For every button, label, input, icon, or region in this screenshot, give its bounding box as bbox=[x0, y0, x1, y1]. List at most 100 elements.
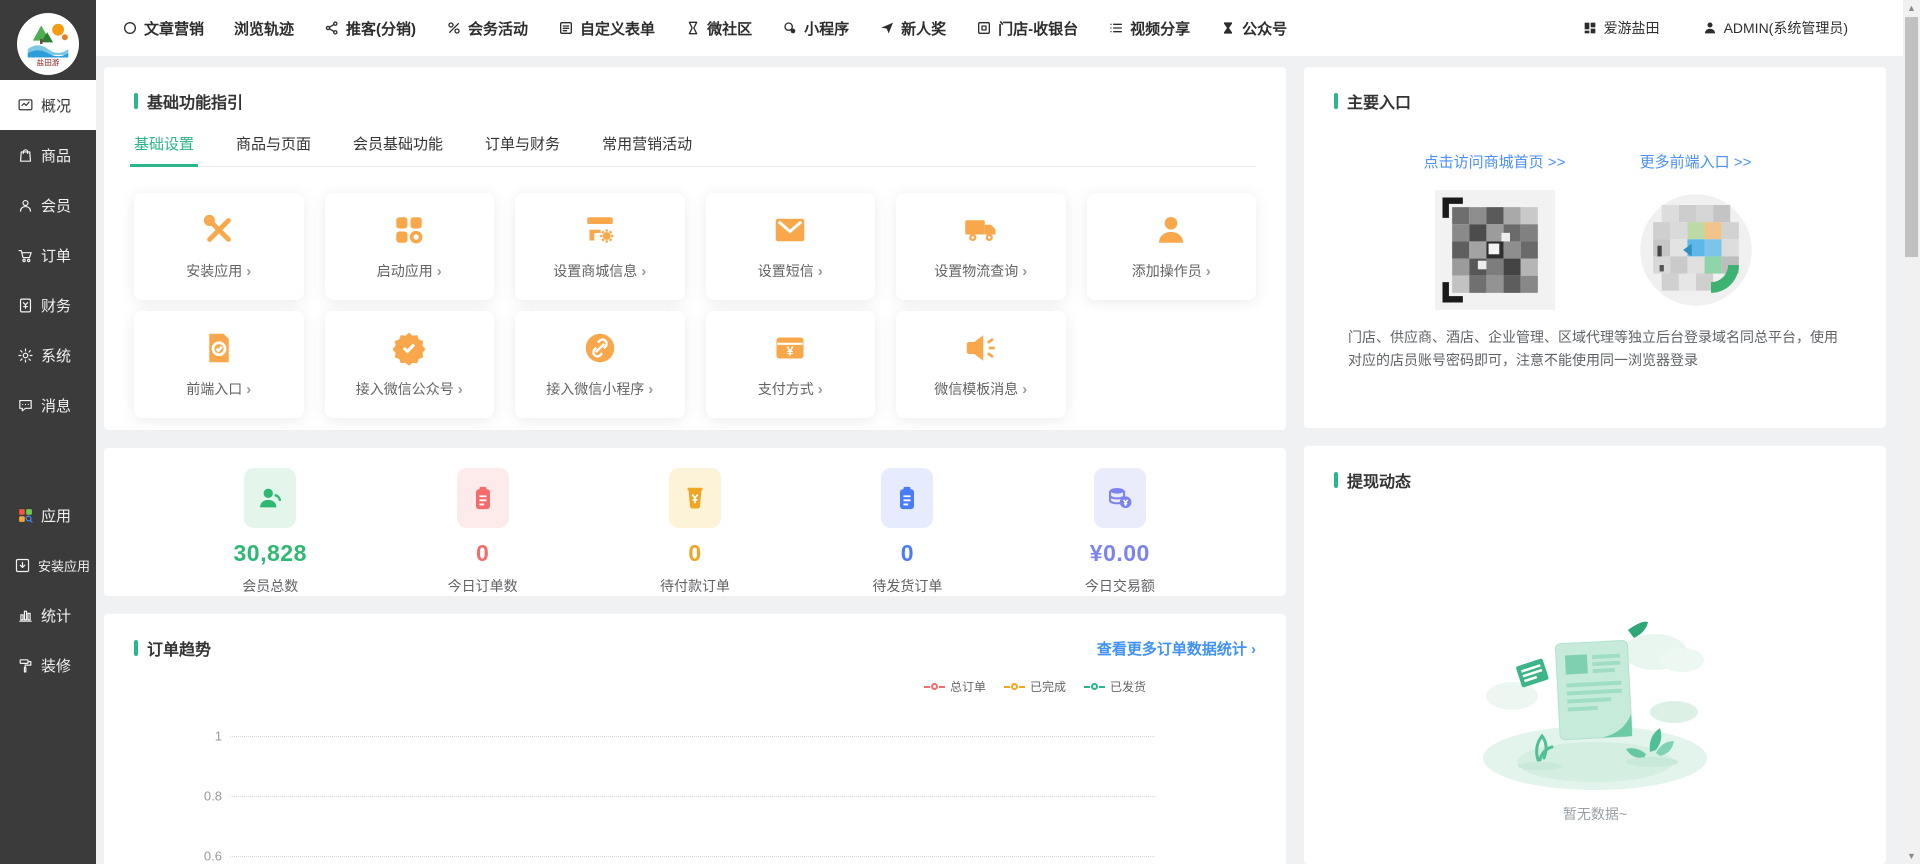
legend-label: 已发货 bbox=[1110, 678, 1146, 695]
guide-card-mall-info[interactable]: 设置商城信息› bbox=[515, 193, 685, 300]
chevron-right-icon: › bbox=[1022, 263, 1027, 280]
guide-card-sms[interactable]: 设置短信› bbox=[706, 193, 876, 300]
stat-label: 今日订单数 bbox=[448, 576, 518, 596]
nav-item-conference[interactable]: 会务活动 bbox=[446, 18, 528, 39]
guide-card-frontend-entry[interactable]: 前端入口› bbox=[134, 311, 304, 418]
sidebar-item-decorate[interactable]: 装修 bbox=[0, 640, 96, 690]
link-icon bbox=[446, 20, 462, 36]
sidebar-item-goods[interactable]: 商品 bbox=[0, 130, 96, 180]
main-entry-title: 主要入口 bbox=[1347, 89, 1411, 113]
mini-program-code-image bbox=[1636, 190, 1756, 310]
entry-description: 门店、供应商、酒店、企业管理、区域代理等独立后台登录域名同总平台，使用对应的店员… bbox=[1334, 326, 1856, 372]
brand-logo-text: 盐田游 bbox=[37, 57, 60, 67]
sidebar-item-install-apps[interactable]: 安装应用 bbox=[0, 540, 96, 590]
badge-check-icon bbox=[391, 330, 427, 366]
nav-item-distribution[interactable]: 推客(分销) bbox=[324, 18, 416, 39]
brand-logo[interactable]: 盐田游 bbox=[0, 0, 96, 80]
stat-today-orders: 0 今日订单数 bbox=[376, 468, 588, 596]
guide-card-label: 支付方式 bbox=[758, 379, 814, 399]
more-frontend-entries-link[interactable]: 更多前端入口 >> bbox=[1595, 151, 1796, 172]
chevron-right-icon: › bbox=[437, 263, 442, 280]
nav-item-custom-form[interactable]: 自定义表单 bbox=[558, 18, 655, 39]
sidebar-item-members[interactable]: 会员 bbox=[0, 180, 96, 230]
paper-plane-icon bbox=[879, 20, 895, 36]
sidebar-item-statistics[interactable]: 统计 bbox=[0, 590, 96, 640]
grid-icon bbox=[1582, 20, 1598, 36]
guide-card-payment[interactable]: 支付方式› bbox=[706, 311, 876, 418]
nav-item-label: 门店-收银台 bbox=[998, 18, 1078, 39]
chevron-right-icon: › bbox=[641, 263, 646, 280]
nav-item-mini-program[interactable]: 小程序 bbox=[782, 18, 849, 39]
empty-state-text: 暂无数据~ bbox=[1563, 804, 1627, 824]
vertical-scrollbar[interactable]: ▲ ▼ bbox=[1903, 0, 1920, 864]
visit-mall-home-link[interactable]: 点击访问商城首页 >> bbox=[1394, 151, 1595, 172]
hourglass-filled-icon bbox=[1220, 20, 1236, 36]
stat-unpaid-orders: 0 待付款订单 bbox=[589, 468, 801, 596]
sidebar-item-messages[interactable]: 消息 bbox=[0, 380, 96, 430]
tab-member-basics[interactable]: 会员基础功能 bbox=[353, 133, 443, 166]
megaphone-icon bbox=[963, 330, 999, 366]
sidebar-item-label: 订单 bbox=[41, 245, 71, 266]
sidebar-item-apps[interactable]: 应用 bbox=[0, 490, 96, 540]
nav-item-label: 文章营销 bbox=[144, 18, 204, 39]
withdraw-header: 提现动态 bbox=[1334, 468, 1411, 492]
form-icon bbox=[558, 20, 574, 36]
guide-card-label: 启动应用 bbox=[377, 261, 433, 281]
stat-today-turnover: ¥0.00 今日交易额 bbox=[1014, 468, 1226, 596]
legend-shipped[interactable]: 已发货 bbox=[1084, 678, 1146, 695]
guide-card-template-message[interactable]: 微信模板消息› bbox=[896, 311, 1066, 418]
mall-name: 爱游盐田 bbox=[1604, 18, 1660, 38]
guide-card-add-operator[interactable]: 添加操作员› bbox=[1087, 193, 1257, 300]
guide-card-logistics[interactable]: 设置物流查询› bbox=[896, 193, 1066, 300]
tab-orders-finance[interactable]: 订单与财务 bbox=[485, 133, 560, 166]
nav-item-label: 推客(分销) bbox=[346, 18, 416, 39]
tab-marketing[interactable]: 常用营销活动 bbox=[602, 133, 692, 166]
legend-label: 总订单 bbox=[950, 678, 986, 695]
title-accent-bar bbox=[134, 640, 138, 656]
user-add-icon bbox=[1153, 212, 1189, 248]
scrollbar-thumb[interactable] bbox=[1905, 17, 1918, 257]
scroll-up-icon[interactable]: ▲ bbox=[1903, 0, 1920, 16]
sidebar-item-finance[interactable]: 财务 bbox=[0, 280, 96, 330]
member-icon bbox=[17, 197, 34, 214]
stats-card: 30,828 会员总数 0 今日订单数 0 待付款订单 bbox=[104, 448, 1286, 596]
scroll-down-icon[interactable]: ▼ bbox=[1903, 848, 1920, 864]
sidebar-item-orders[interactable]: 订单 bbox=[0, 230, 96, 280]
nav-item-community[interactable]: 微社区 bbox=[685, 18, 752, 39]
brand-logo-icon: 盐田游 bbox=[21, 17, 75, 71]
tab-basic-settings[interactable]: 基础设置 bbox=[134, 133, 194, 166]
nav-item-video-share[interactable]: 视频分享 bbox=[1108, 18, 1190, 39]
legend-total-orders[interactable]: 总订单 bbox=[924, 678, 986, 695]
gear-icon bbox=[17, 347, 34, 364]
sidebar-spacer bbox=[0, 430, 96, 490]
guide-card-label: 接入微信公众号 bbox=[356, 379, 454, 399]
nav-item-label: 公众号 bbox=[1242, 18, 1287, 39]
truck-icon bbox=[963, 212, 999, 248]
sidebar-item-system[interactable]: 系统 bbox=[0, 330, 96, 380]
empty-state-illustration bbox=[1460, 600, 1730, 790]
guide-card-header: 基础功能指引 bbox=[134, 89, 1256, 113]
goods-icon bbox=[17, 147, 34, 164]
nav-item-store-pos[interactable]: 门店-收银台 bbox=[976, 18, 1078, 39]
tab-goods-pages[interactable]: 商品与页面 bbox=[236, 133, 311, 166]
guide-card-label: 接入微信小程序 bbox=[546, 379, 644, 399]
user-menu[interactable]: ADMIN(系统管理员) bbox=[1702, 18, 1848, 38]
withdraw-card: 提现动态 bbox=[1304, 446, 1886, 864]
withdraw-title: 提现动态 bbox=[1347, 468, 1411, 492]
more-order-stats-link[interactable]: 查看更多订单数据统计 › bbox=[1097, 638, 1256, 659]
sidebar-item-overview[interactable]: 概况 bbox=[0, 80, 96, 130]
nav-item-newcomer-award[interactable]: 新人奖 bbox=[879, 18, 946, 39]
stat-label: 会员总数 bbox=[242, 576, 298, 596]
guide-card-install-app[interactable]: 安装应用› bbox=[134, 193, 304, 300]
title-accent-bar bbox=[1334, 93, 1338, 109]
guide-card-wechat-official[interactable]: 接入微信公众号› bbox=[325, 311, 495, 418]
mall-switcher[interactable]: 爱游盐田 bbox=[1582, 18, 1660, 38]
nav-item-official-account[interactable]: 公众号 bbox=[1220, 18, 1287, 39]
guide-card-wechat-miniprogram[interactable]: 接入微信小程序› bbox=[515, 311, 685, 418]
guide-card-launch-app[interactable]: 启动应用› bbox=[325, 193, 495, 300]
legend-completed[interactable]: 已完成 bbox=[1004, 678, 1066, 695]
title-accent-bar bbox=[1334, 472, 1338, 488]
nav-item-article-marketing[interactable]: 文章营销 bbox=[122, 18, 204, 39]
chat-bubbles-icon bbox=[782, 20, 798, 36]
nav-item-browse-track[interactable]: 浏览轨迹 bbox=[234, 18, 294, 39]
